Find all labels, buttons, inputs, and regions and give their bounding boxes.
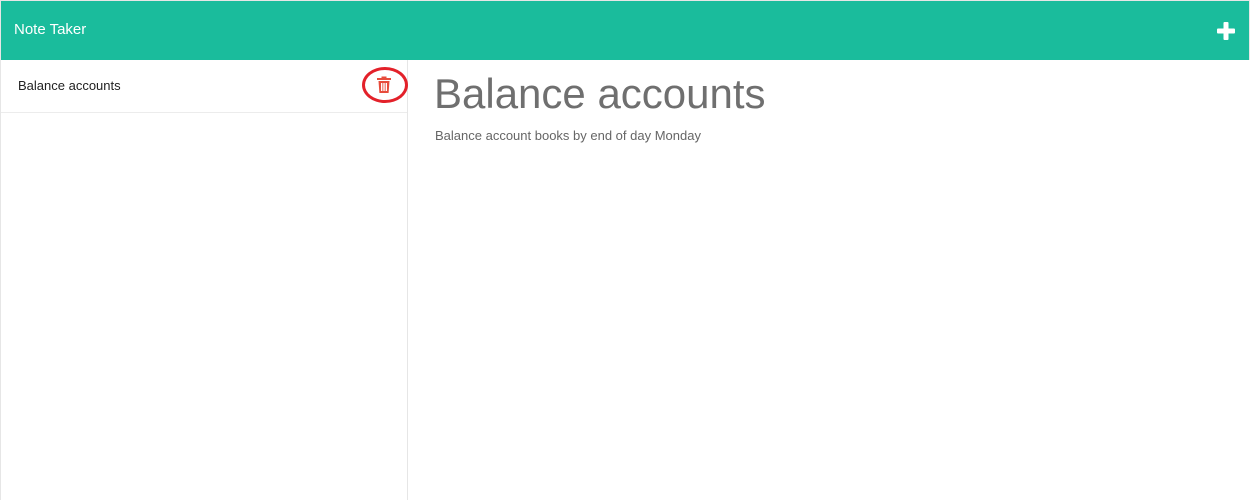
navbar: Note Taker <box>0 0 1250 60</box>
notes-sidebar: Balance accounts <box>0 60 408 500</box>
add-note-button[interactable] <box>1215 20 1237 42</box>
plus-icon <box>1217 22 1235 40</box>
note-title[interactable]: Balance accounts <box>434 70 766 118</box>
app-title[interactable]: Note Taker <box>14 20 86 40</box>
note-text[interactable]: Balance account books by end of day Mond… <box>435 128 701 144</box>
note-item-title: Balance accounts <box>18 78 121 93</box>
note-editor: Balance accounts Balance account books b… <box>408 60 1250 500</box>
delete-note-button[interactable] <box>376 76 392 94</box>
trash-icon <box>377 76 391 93</box>
list-item[interactable]: Balance accounts <box>1 60 408 113</box>
